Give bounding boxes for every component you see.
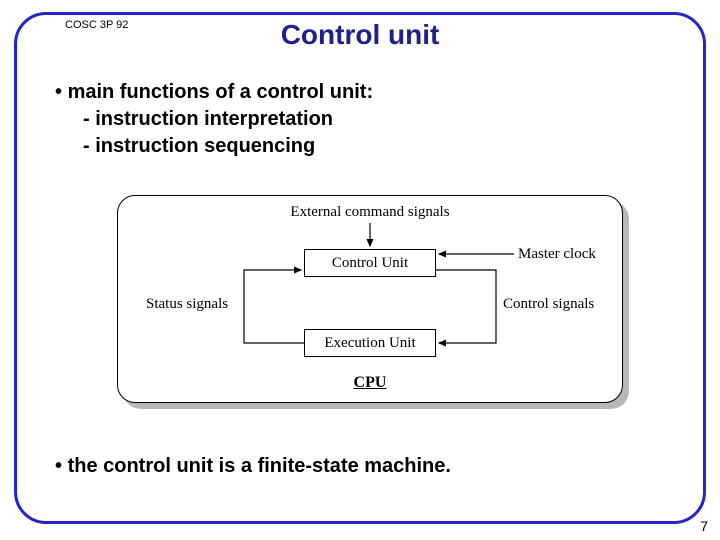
- execution-unit-label: Execution Unit: [324, 335, 415, 352]
- bullet-list: main functions of a control unit: instru…: [55, 79, 373, 160]
- diagram: External command signals Control Unit Ex…: [117, 195, 629, 410]
- bullet-sub-2: instruction sequencing: [83, 133, 373, 160]
- slide-title-text: Control unit: [273, 19, 448, 50]
- bullet-bottom: the control unit is a finite-state machi…: [55, 455, 451, 478]
- execution-unit-box: Execution Unit: [304, 329, 436, 357]
- diagram-box: External command signals Control Unit Ex…: [117, 195, 623, 403]
- control-signals-label: Control signals: [503, 296, 594, 313]
- bullet-main: main functions of a control unit:: [55, 79, 373, 106]
- cpu-label: CPU: [118, 374, 622, 392]
- control-unit-label: Control Unit: [332, 255, 408, 272]
- status-signals-label: Status signals: [146, 296, 228, 313]
- bullet-sub-1: instruction interpretation: [83, 106, 373, 133]
- control-unit-box: Control Unit: [304, 249, 436, 277]
- slide-title: Control unit: [17, 19, 703, 51]
- slide-frame: COSC 3P 92 Control unit main functions o…: [14, 12, 706, 524]
- page-number: 7: [700, 518, 708, 534]
- master-clock-label: Master clock: [518, 246, 596, 263]
- external-signals-label: External command signals: [118, 204, 622, 221]
